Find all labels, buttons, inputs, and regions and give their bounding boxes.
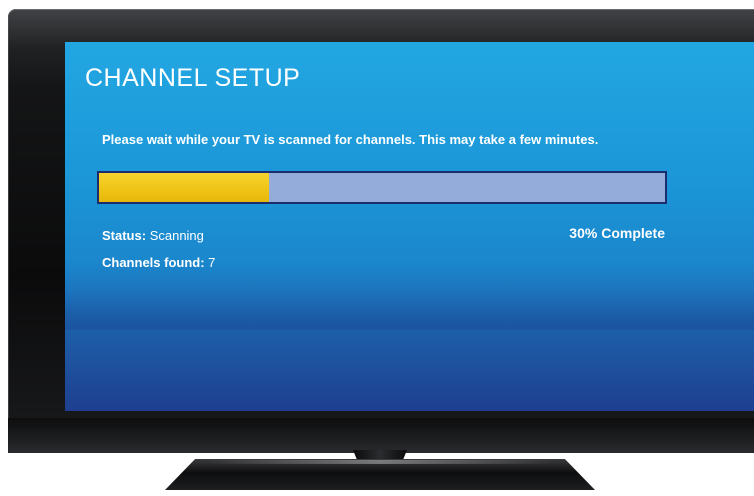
channels-found-line: Channels found: 7 [102, 255, 215, 270]
status-value: Scanning [149, 228, 204, 243]
percent-complete: 30% Complete [569, 225, 665, 241]
channels-found-label: Channels found: [102, 255, 205, 270]
channels-found-value: 7 [208, 255, 216, 270]
scan-progress-fill [99, 173, 269, 202]
status-label: Status: [102, 228, 147, 243]
tv-bottom-bezel [8, 418, 754, 453]
scan-message: Please wait while your TV is scanned for… [102, 132, 599, 147]
scan-progress-bar [97, 171, 667, 204]
tv-stand-shine [205, 460, 555, 464]
screen-gradient-band [65, 290, 754, 330]
page-title: CHANNEL SETUP [85, 64, 301, 92]
status-line: Status: Scanning [102, 228, 204, 243]
tv-screen: CHANNEL SETUP Please wait while your TV … [65, 42, 754, 411]
